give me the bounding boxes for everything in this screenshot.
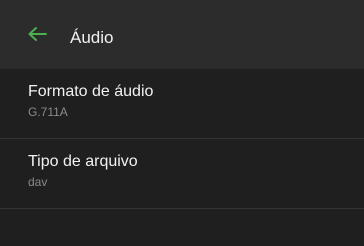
page-title: Áudio [70, 28, 114, 47]
file-type-label: Tipo de arquivo [28, 153, 138, 170]
file-type-setting[interactable]: Tipo de arquivo dav [0, 139, 364, 209]
audio-format-label: Formato de áudio [28, 83, 154, 100]
audio-settings-screen: Áudio Formato de áudio G.711A Tipo de ar… [0, 0, 364, 246]
app-bar: Áudio [0, 0, 364, 69]
audio-format-value: G.711A [28, 105, 68, 119]
file-type-value: dav [28, 175, 48, 189]
back-button[interactable] [27, 26, 47, 42]
audio-format-setting[interactable]: Formato de áudio G.711A [0, 69, 364, 139]
arrow-left-icon [28, 27, 47, 41]
